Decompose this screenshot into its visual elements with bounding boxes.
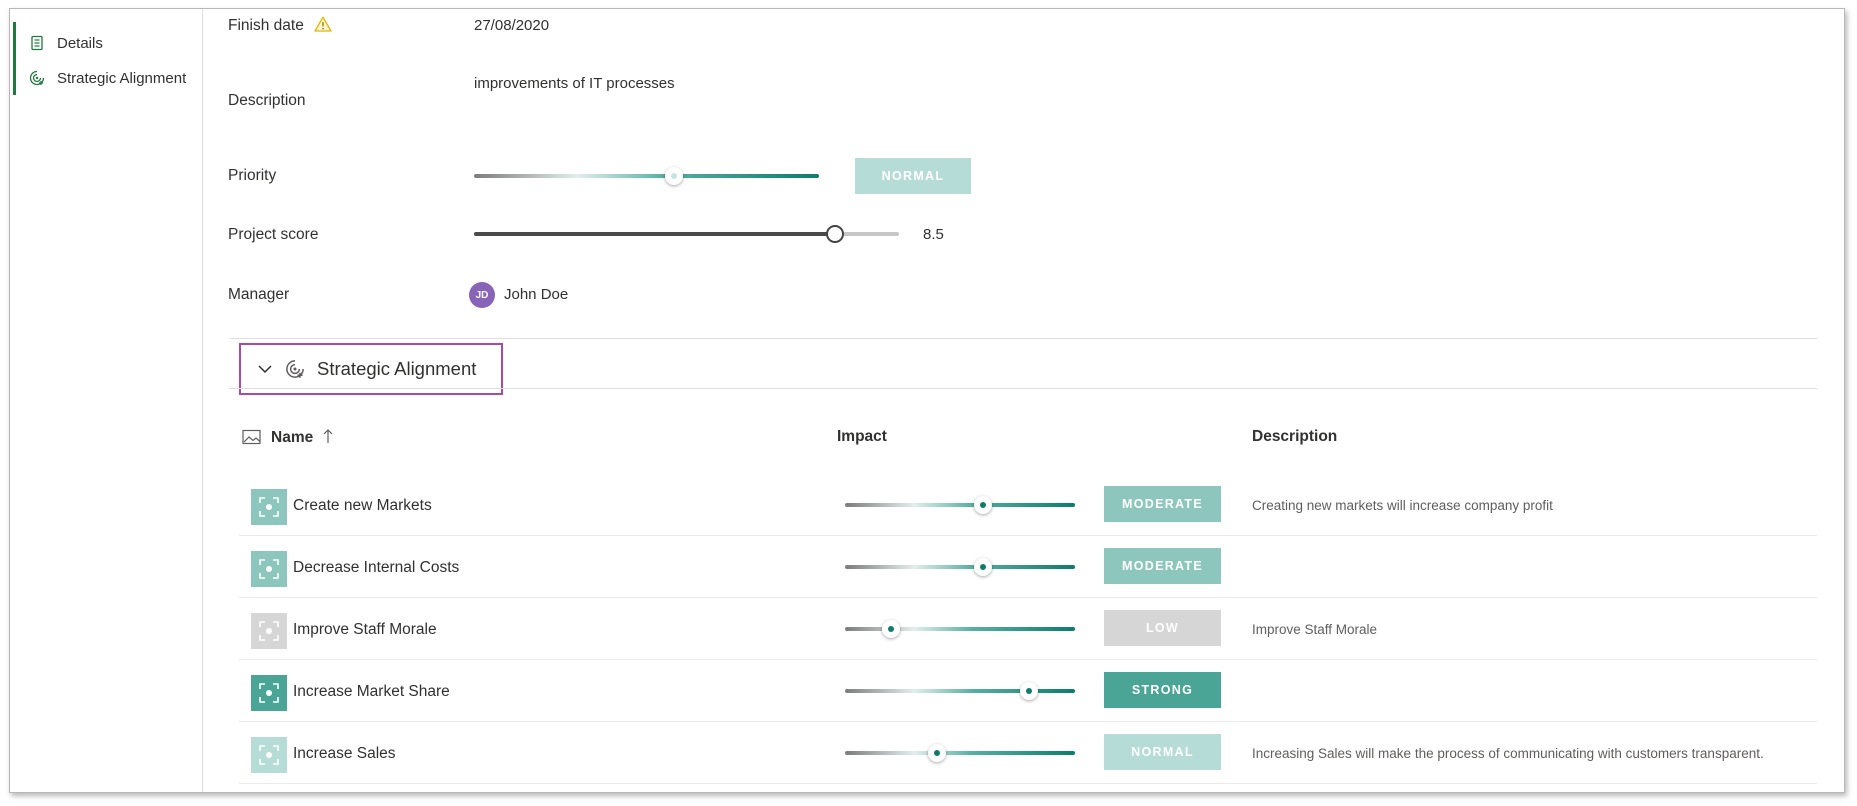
objective-name[interactable]: Create new Markets — [293, 497, 432, 515]
objective-description: Improve Staff Morale — [1252, 622, 1378, 637]
table-row[interactable]: Increase Sales NORMAL Increasing Sales w… — [239, 722, 1817, 784]
table-row[interactable]: Increase Market Share STRONG — [239, 660, 1817, 722]
impact-badge: NORMAL — [1104, 734, 1221, 770]
nav-item-label: Strategic Alignment — [57, 69, 187, 87]
objective-icon — [251, 551, 287, 587]
manager-label: Manager — [228, 286, 290, 303]
priority-badge: NORMAL — [855, 158, 971, 194]
focus-target-icon — [251, 489, 287, 525]
column-header-name[interactable]: Name — [271, 428, 334, 447]
impact-slider[interactable] — [845, 558, 1075, 576]
finish-date-label: Finish date — [228, 16, 332, 35]
finish-date-value: 27/08/2020 — [474, 17, 550, 34]
section-title: Strategic Alignment — [317, 358, 477, 379]
nav-item-label: Details — [57, 34, 103, 52]
finish-date-label-text: Finish date — [228, 17, 304, 34]
priority-label: Priority — [228, 167, 277, 184]
slider-thumb[interactable] — [882, 620, 900, 638]
target-icon — [29, 70, 45, 86]
slider-thumb[interactable] — [928, 744, 946, 762]
slider-thumb[interactable] — [826, 225, 845, 243]
impact-slider[interactable] — [845, 620, 1075, 638]
objective-name[interactable]: Increase Market Share — [293, 683, 450, 701]
focus-target-icon — [251, 737, 287, 773]
objective-name[interactable]: Increase Sales — [293, 745, 396, 763]
objective-icon — [251, 737, 287, 773]
sort-ascending-icon — [323, 429, 332, 443]
project-score-slider[interactable] — [474, 225, 899, 243]
project-score-value: 8.5 — [923, 226, 944, 243]
objective-description: Increasing Sales will make the process o… — [1252, 746, 1764, 761]
column-header-impact[interactable]: Impact — [837, 428, 887, 446]
slider-thumb[interactable] — [1020, 682, 1038, 700]
nav-item-strategic-alignment[interactable]: Strategic Alignment — [29, 64, 186, 92]
slider-track — [474, 174, 819, 178]
objective-name[interactable]: Improve Staff Morale — [293, 621, 437, 639]
manager-name[interactable]: John Doe — [504, 286, 568, 303]
slider-thumb[interactable] — [974, 496, 992, 514]
impact-badge: LOW — [1104, 610, 1221, 646]
slider-fill — [474, 232, 836, 236]
avatar: JD — [469, 282, 495, 308]
focus-target-icon — [251, 613, 287, 649]
section-divider-bottom — [229, 388, 1817, 389]
warning-icon — [314, 16, 332, 32]
description-value[interactable]: improvements of IT processes — [474, 75, 675, 92]
column-header-name-text: Name — [271, 429, 314, 446]
column-header-description[interactable]: Description — [1252, 428, 1337, 446]
table-row[interactable]: Decrease Internal Costs MODERATE — [239, 536, 1817, 598]
image-icon — [242, 429, 261, 445]
slider-track — [845, 565, 1075, 569]
chevron-down-icon — [258, 365, 272, 374]
slider-track — [845, 627, 1075, 631]
app-window: Details Strategic Alignment Finish date … — [9, 8, 1845, 793]
objective-icon — [251, 613, 287, 649]
left-navigation: Details Strategic Alignment — [10, 9, 203, 792]
impact-badge: STRONG — [1104, 672, 1221, 708]
slider-track — [845, 751, 1075, 755]
nav-item-details[interactable]: Details — [29, 29, 103, 57]
objective-icon — [251, 675, 287, 711]
section-divider-top — [229, 338, 1817, 339]
impact-badge: MODERATE — [1104, 486, 1221, 522]
priority-slider[interactable] — [474, 167, 819, 185]
focus-target-icon — [251, 675, 287, 711]
table-row[interactable]: Create new Markets MODERATE Creating new… — [239, 474, 1817, 536]
document-icon — [31, 35, 43, 51]
table-row[interactable]: Improve Staff Morale LOW Improve Staff M… — [239, 598, 1817, 660]
objective-description: Creating new markets will increase compa… — [1252, 498, 1553, 513]
slider-track — [845, 689, 1075, 693]
objective-name[interactable]: Decrease Internal Costs — [293, 559, 459, 577]
objective-icon — [251, 489, 287, 525]
nav-active-indicator — [13, 22, 16, 95]
project-score-label: Project score — [228, 226, 319, 243]
impact-slider[interactable] — [845, 496, 1075, 514]
slider-thumb[interactable] — [974, 558, 992, 576]
target-icon — [286, 360, 304, 378]
slider-track — [845, 503, 1075, 507]
impact-badge: MODERATE — [1104, 548, 1221, 584]
impact-slider[interactable] — [845, 744, 1075, 762]
description-label: Description — [228, 92, 306, 109]
slider-thumb[interactable] — [665, 167, 684, 185]
focus-target-icon — [251, 551, 287, 587]
impact-slider[interactable] — [845, 682, 1075, 700]
